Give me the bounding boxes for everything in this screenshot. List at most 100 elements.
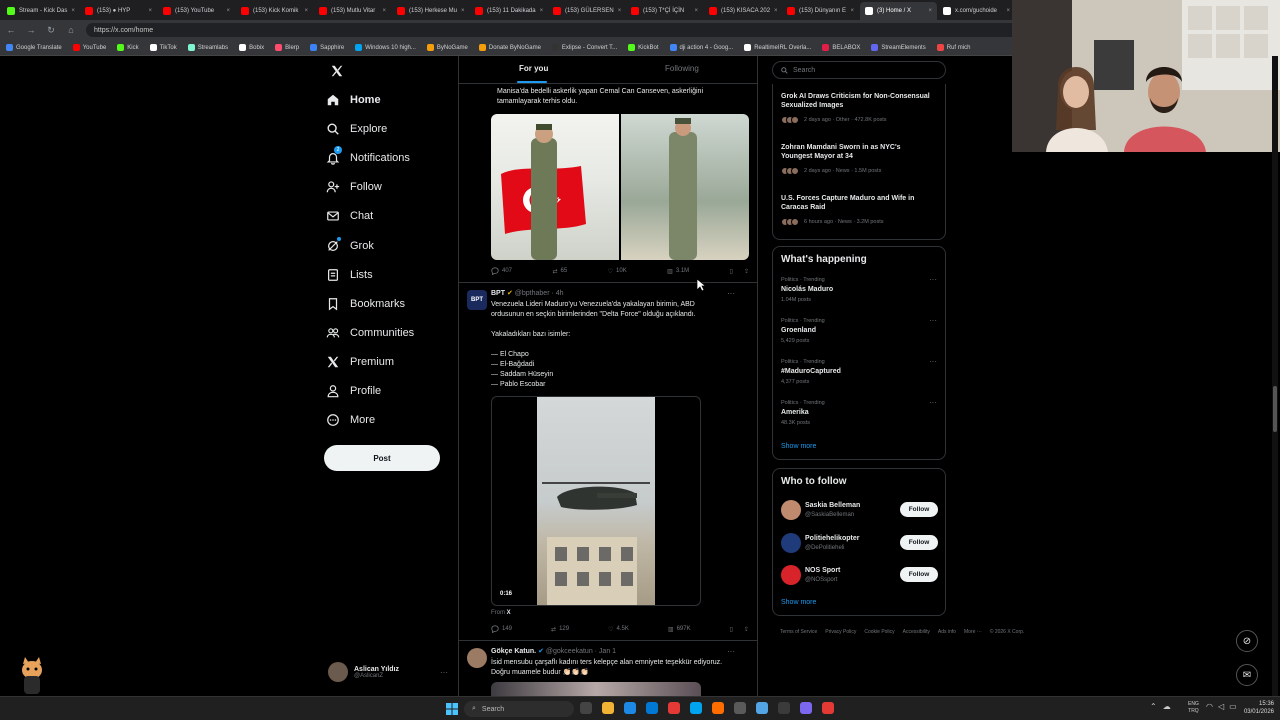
views-button[interactable]: ▥ 3.1M bbox=[667, 268, 689, 275]
page-scrollbar[interactable] bbox=[1272, 56, 1278, 696]
windows-start-icon[interactable] bbox=[446, 703, 458, 715]
browser-tab[interactable]: Stream - Kick Das × bbox=[2, 2, 79, 20]
file-explorer-icon[interactable] bbox=[602, 702, 614, 714]
bookmark-item[interactable]: Donate ByNoGame bbox=[478, 44, 541, 51]
bookmark-icon[interactable]: ▯ bbox=[730, 268, 733, 275]
bookmark-item[interactable]: KickBot bbox=[628, 44, 659, 51]
follow-button[interactable]: Follow bbox=[900, 567, 938, 582]
chevron-up-icon[interactable]: ⌃ bbox=[1150, 702, 1157, 711]
messages-float-icon[interactable]: ✉ bbox=[1236, 664, 1258, 686]
browser-tab[interactable]: (153) Herkese Mu × bbox=[392, 2, 469, 20]
account-switcher[interactable]: Aslican Yıldız @AslicanZ ··· bbox=[328, 660, 448, 684]
show-more-link[interactable]: Show more bbox=[781, 443, 816, 450]
tab-following[interactable]: Following bbox=[665, 64, 699, 73]
footer-link[interactable]: © 2026 X Corp. bbox=[990, 629, 1025, 635]
share-icon[interactable]: ⇪ bbox=[744, 268, 749, 275]
reply-button[interactable]: 407 bbox=[491, 267, 512, 275]
follow-button[interactable]: Follow bbox=[900, 534, 938, 550]
share-icon[interactable]: ⇪ bbox=[744, 626, 749, 633]
bookmark-item[interactable]: YouTube bbox=[72, 44, 106, 51]
bookmark-item[interactable]: TikTok bbox=[149, 44, 177, 51]
close-icon[interactable]: × bbox=[694, 8, 698, 14]
avatar[interactable] bbox=[781, 500, 801, 520]
author-name[interactable]: Gökçe Katun. bbox=[491, 648, 536, 655]
more-dots-icon[interactable]: ··· bbox=[727, 289, 735, 298]
footer-link[interactable]: Privacy Policy bbox=[825, 629, 856, 635]
browser-tab[interactable]: (153) Kick Komik × bbox=[236, 2, 313, 20]
footer-link[interactable]: Terms of Service bbox=[780, 629, 817, 635]
edge-icon[interactable] bbox=[646, 702, 658, 714]
chrome-icon[interactable] bbox=[690, 702, 702, 714]
nav-item-bookmarks[interactable]: Bookmarks bbox=[326, 293, 405, 315]
tweet-video[interactable]: 0:16 bbox=[491, 396, 701, 606]
views-button[interactable]: ▥ 697K bbox=[668, 626, 691, 633]
more-dots-icon[interactable]: ··· bbox=[929, 398, 937, 407]
language-indicator[interactable]: ENG TRQ bbox=[1188, 701, 1199, 715]
like-button[interactable]: ♡ 10K bbox=[608, 268, 627, 275]
opera-icon[interactable] bbox=[668, 702, 680, 714]
close-icon[interactable]: × bbox=[540, 8, 544, 14]
bookmark-item[interactable]: Bobix bbox=[239, 44, 264, 51]
reload-icon[interactable]: ↻ bbox=[46, 25, 56, 36]
news-headline[interactable]: U.S. Forces Capture Maduro and Wife in C… bbox=[781, 194, 931, 212]
nav-item-notifications[interactable]: 2 Notifications bbox=[326, 146, 410, 169]
suggested-account-name[interactable]: NOS Sport bbox=[805, 567, 840, 574]
nav-item-follow[interactable]: Follow bbox=[326, 176, 382, 198]
reply-button[interactable]: 149 bbox=[491, 625, 512, 633]
trend-name[interactable]: #MaduroCaptured bbox=[781, 368, 841, 375]
nav-item-profile[interactable]: Profile bbox=[326, 380, 381, 402]
author-avatar[interactable] bbox=[467, 648, 487, 668]
home-browser-icon[interactable]: ⌂ bbox=[66, 25, 76, 35]
forward-icon[interactable]: → bbox=[26, 25, 36, 35]
taskbar-search[interactable]: ⌕ Search bbox=[464, 701, 574, 717]
news-headline[interactable]: Zohran Mamdani Sworn in as NYC's Younges… bbox=[781, 143, 931, 161]
more-dots-icon[interactable]: ··· bbox=[929, 275, 937, 284]
bookmark-item[interactable]: BELABOX bbox=[822, 44, 860, 51]
system-tray[interactable]: ⌃ ☁ bbox=[1150, 702, 1171, 711]
discord-icon[interactable] bbox=[800, 702, 812, 714]
close-icon[interactable]: × bbox=[928, 8, 932, 14]
tweet-media[interactable] bbox=[491, 682, 701, 696]
bpt-avatar[interactable]: BPT bbox=[467, 290, 487, 310]
bookmark-item[interactable]: StreamElements bbox=[871, 44, 926, 51]
close-icon[interactable]: × bbox=[461, 8, 465, 14]
close-icon[interactable]: × bbox=[618, 8, 622, 14]
bookmark-item[interactable]: Streamlabs bbox=[187, 44, 228, 51]
back-icon[interactable]: ← bbox=[6, 25, 16, 35]
browser-tab[interactable]: (153) Mutlu Vitar × bbox=[314, 2, 391, 20]
bookmark-item[interactable]: Google Translate bbox=[6, 44, 62, 51]
tray-status-icons[interactable]: ◠ ◁ ▭ bbox=[1206, 702, 1237, 711]
store-icon[interactable] bbox=[624, 702, 636, 714]
trend-name[interactable]: Amerika bbox=[781, 409, 809, 416]
nav-item-grok[interactable]: Grok bbox=[326, 235, 374, 257]
author-handle[interactable]: @gokceekatun · Jan 1 bbox=[546, 648, 616, 655]
bookmark-item[interactable]: Windows 10 high... bbox=[355, 44, 416, 51]
post-button[interactable]: Post bbox=[324, 445, 440, 471]
close-icon[interactable]: × bbox=[148, 8, 152, 14]
browser-tab[interactable]: x.com/guchoide × bbox=[938, 2, 1015, 20]
follow-button[interactable]: Follow bbox=[900, 502, 938, 517]
browser-tab[interactable]: (153) ● HYP × bbox=[80, 2, 157, 20]
nav-item-communities[interactable]: Communities bbox=[326, 322, 414, 344]
news-headline[interactable]: Grok AI Draws Criticism for Non-Consensu… bbox=[781, 92, 931, 110]
clock[interactable]: 15:36 03/01/2026 bbox=[1238, 700, 1274, 716]
search-input[interactable]: Search bbox=[772, 61, 946, 79]
bookmark-icon[interactable]: ▯ bbox=[730, 626, 733, 633]
steam-icon[interactable] bbox=[756, 702, 768, 714]
tab-for-you[interactable]: For you bbox=[519, 64, 548, 73]
browser-tab[interactable]: (153) YouTube × bbox=[158, 2, 235, 20]
nav-item-premium[interactable]: Premium bbox=[326, 351, 394, 373]
footer-link[interactable]: Cookie Policy bbox=[864, 629, 894, 635]
browser-tab[interactable]: (153) Dünyanın E × bbox=[782, 2, 859, 20]
nav-item-home[interactable]: Home bbox=[326, 89, 381, 111]
footer-link[interactable]: Accessibility bbox=[903, 629, 930, 635]
task-view-icon[interactable] bbox=[580, 702, 592, 714]
browser-tab[interactable]: (153) KISACA 202 × bbox=[704, 2, 781, 20]
bookmark-item[interactable]: Exlipse - Convert T... bbox=[551, 44, 617, 51]
show-more-link[interactable]: Show more bbox=[781, 599, 816, 606]
more-dots-icon[interactable]: ··· bbox=[727, 647, 735, 656]
browser-tab[interactable]: (3) Home / X × bbox=[860, 2, 937, 20]
browser-tab[interactable]: (153) 11 Dakikada × bbox=[470, 2, 547, 20]
capcut-icon[interactable] bbox=[778, 702, 790, 714]
repost-button[interactable]: ⇄ 65 bbox=[552, 268, 567, 275]
